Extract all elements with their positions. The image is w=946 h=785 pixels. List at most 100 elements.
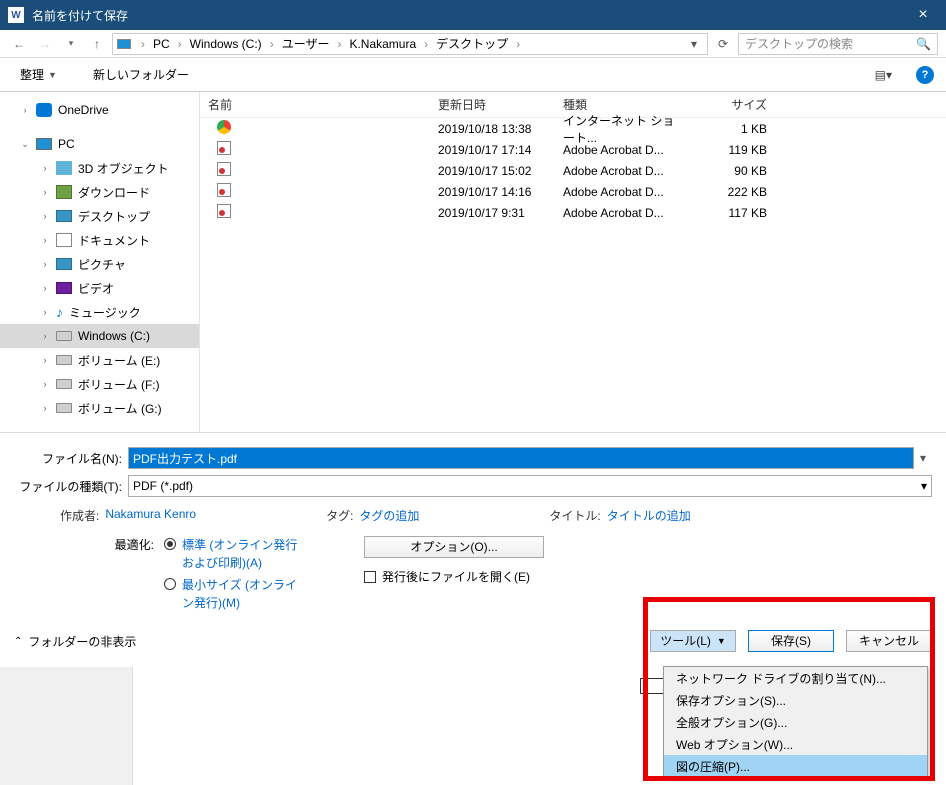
cancel-button[interactable]: キャンセル [846, 630, 932, 652]
navigation-pane: › OneDrive ⌄ PC ›3D オブジェクト ›ダウンロード ›デスクト… [0, 92, 200, 432]
file-type: Adobe Acrobat D... [555, 185, 685, 199]
chevron-right-icon[interactable]: › [266, 37, 278, 51]
crumb-users[interactable]: ユーザー [280, 35, 332, 52]
chevron-right-icon[interactable]: › [512, 37, 524, 51]
nav-label: ミュージック [69, 304, 141, 321]
save-form: ファイル名(N): ▾ ファイルの種類(T): PDF (*.pdf) ▾ 作成… [0, 432, 946, 616]
file-size: 117 KB [685, 206, 775, 220]
caret-down-icon: ▼ [48, 70, 57, 80]
crumb-desktop[interactable]: デスクトップ [434, 35, 510, 52]
col-type[interactable]: 種類 [555, 96, 685, 113]
nav-pc[interactable]: ⌄ PC [0, 132, 199, 156]
nav-music[interactable]: ›♪ミュージック [0, 300, 199, 324]
documents-icon [56, 233, 72, 247]
up-icon[interactable]: ↑ [86, 33, 108, 55]
nav-windows-c[interactable]: ›Windows (C:) [0, 324, 199, 348]
word-icon: W [8, 7, 24, 23]
dd-general-options[interactable]: 全般オプション(G)... [664, 711, 927, 733]
title-value[interactable]: タイトルの追加 [607, 507, 691, 524]
close-icon[interactable]: × [908, 6, 938, 24]
filetype-label: ファイルの種類(T): [14, 478, 122, 495]
organize-button[interactable]: 整理 ▼ [12, 62, 65, 87]
nav-label: Windows (C:) [78, 329, 150, 343]
view-options-icon[interactable]: ▤▾ [871, 66, 896, 84]
titlebar: W 名前を付けて保存 × [0, 0, 946, 30]
nav-3d-objects[interactable]: ›3D オブジェクト [0, 156, 199, 180]
drive-icon [56, 355, 72, 365]
tags-value[interactable]: タグの追加 [359, 507, 419, 524]
col-date[interactable]: 更新日時 [430, 96, 555, 113]
recent-dropdown-icon[interactable]: ▾ [60, 33, 82, 55]
new-folder-label: 新しいフォルダー [93, 66, 189, 83]
file-type: Adobe Acrobat D... [555, 164, 685, 178]
help-icon[interactable]: ? [916, 66, 934, 84]
file-row[interactable]: 2019/10/17 17:14Adobe Acrobat D...119 KB [200, 139, 946, 160]
nav-downloads[interactable]: ›ダウンロード [0, 180, 199, 204]
music-icon: ♪ [56, 304, 63, 320]
dd-compress-pictures[interactable]: 図の圧縮(P)... [664, 755, 927, 777]
nav-volume-f[interactable]: ›ボリューム (F:) [0, 372, 199, 396]
filetype-select[interactable]: PDF (*.pdf) ▾ [128, 475, 932, 497]
nav-volume-e[interactable]: ›ボリューム (E:) [0, 348, 199, 372]
search-input[interactable]: デスクトップの検索 🔍 [738, 33, 938, 55]
author-value[interactable]: Nakamura Kenro [105, 507, 196, 524]
nav-pictures[interactable]: ›ピクチャ [0, 252, 199, 276]
options-button[interactable]: オプション(O)... [364, 536, 544, 558]
chevron-right-icon[interactable]: › [174, 37, 186, 51]
tools-button[interactable]: ツール(L) ▼ [650, 630, 736, 652]
dd-save-options[interactable]: 保存オプション(S)... [664, 689, 927, 711]
save-button[interactable]: 保存(S) [748, 630, 834, 652]
file-row[interactable]: 2019/10/17 15:02Adobe Acrobat D...90 KB [200, 160, 946, 181]
refresh-icon[interactable]: ⟳ [712, 33, 734, 55]
hide-folders-label: フォルダーの非表示 [28, 633, 136, 650]
crumb-pc[interactable]: PC [151, 37, 172, 51]
nav-videos[interactable]: ›ビデオ [0, 276, 199, 300]
hide-folders-button[interactable]: ⌃ フォルダーの非表示 [14, 633, 638, 650]
3d-objects-icon [56, 161, 72, 175]
radio-minimum[interactable]: 最小サイズ (オンライン発行)(M) [164, 576, 304, 612]
file-size: 1 KB [685, 122, 775, 136]
explorer-body: › OneDrive ⌄ PC ›3D オブジェクト ›ダウンロード ›デスクト… [0, 92, 946, 432]
radio-icon [164, 578, 176, 590]
nav-label: ボリューム (E:) [78, 352, 160, 369]
dd-map-network-drive[interactable]: ネットワーク ドライブの割り当て(N)... [664, 667, 927, 689]
filename-input[interactable] [128, 447, 914, 469]
col-size[interactable]: サイズ [685, 96, 775, 113]
page-thumbnail [640, 678, 664, 694]
nav-label: OneDrive [58, 103, 109, 117]
chevron-up-icon: ⌃ [14, 636, 22, 647]
new-folder-button[interactable]: 新しいフォルダー [85, 62, 197, 87]
radio-standard[interactable]: 標準 (オンライン発行および印刷)(A) [164, 536, 304, 572]
pc-icon [117, 39, 131, 49]
file-type: インターネット ショート... [555, 112, 685, 146]
dd-web-options[interactable]: Web オプション(W)... [664, 733, 927, 755]
file-row[interactable]: 2019/10/18 13:38インターネット ショート...1 KB [200, 118, 946, 139]
crumb-drive[interactable]: Windows (C:) [188, 37, 264, 51]
nav-label: ピクチャ [78, 256, 126, 273]
nav-volume-g[interactable]: ›ボリューム (G:) [0, 396, 199, 420]
chevron-right-icon[interactable]: › [137, 37, 149, 51]
breadcrumb[interactable]: › PC › Windows (C:) › ユーザー › K.Nakamura … [112, 33, 708, 55]
nav-documents[interactable]: ›ドキュメント [0, 228, 199, 252]
tags-label: タグ: [326, 507, 353, 524]
nav-label: デスクトップ [78, 208, 150, 225]
filename-dropdown-icon[interactable]: ▾ [920, 451, 932, 465]
pdf-icon [217, 141, 231, 155]
col-name[interactable]: 名前 [200, 96, 430, 113]
breadcrumb-dropdown-icon[interactable]: ▾ [685, 37, 703, 51]
author-label: 作成者: [60, 507, 99, 524]
crumb-user[interactable]: K.Nakamura [347, 37, 418, 51]
nav-onedrive[interactable]: › OneDrive [0, 98, 199, 122]
chevron-right-icon[interactable]: › [420, 37, 432, 51]
checkbox-icon [364, 571, 376, 583]
forward-icon[interactable]: → [34, 33, 56, 55]
nav-desktop[interactable]: ›デスクトップ [0, 204, 199, 228]
back-icon[interactable]: ← [8, 33, 30, 55]
open-after-checkbox[interactable]: 発行後にファイルを開く(E) [364, 568, 544, 585]
videos-icon [56, 282, 72, 294]
search-icon[interactable]: 🔍 [916, 37, 931, 51]
chevron-right-icon[interactable]: › [333, 37, 345, 51]
pdf-icon [217, 162, 231, 176]
file-row[interactable]: 2019/10/17 9:31Adobe Acrobat D...117 KB [200, 202, 946, 223]
file-row[interactable]: 2019/10/17 14:16Adobe Acrobat D...222 KB [200, 181, 946, 202]
